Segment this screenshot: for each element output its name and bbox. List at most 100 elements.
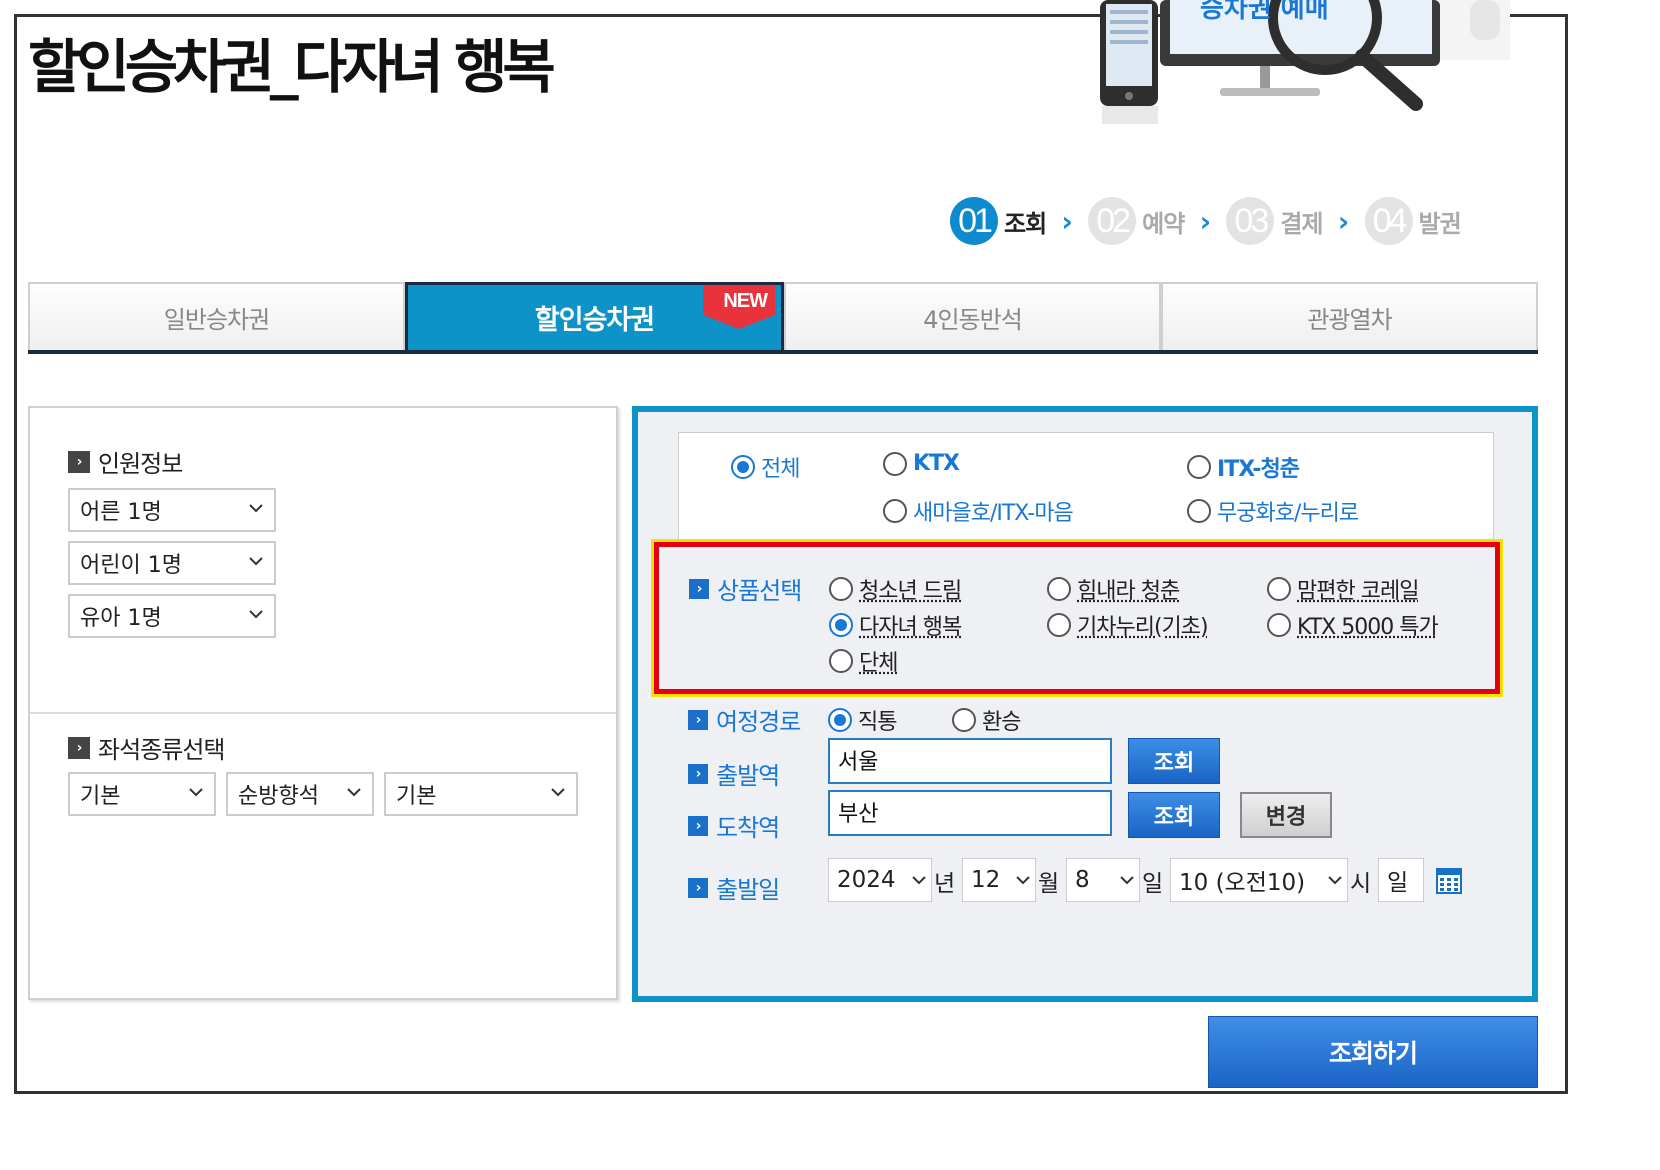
hero-illustration: 승차권 예매	[1080, 0, 1530, 130]
chevron-right-icon: ›	[1061, 204, 1073, 238]
chevron-down-icon	[551, 788, 565, 797]
chevron-down-icon	[249, 504, 263, 513]
step-2: 02 예약	[1088, 197, 1185, 245]
calendar-icon[interactable]	[1436, 868, 1462, 894]
step-3-label: 결제	[1280, 209, 1323, 238]
radio-icon	[1047, 577, 1071, 601]
seat-type-text: 좌석종류선택	[98, 736, 225, 764]
chevron-down-icon	[1120, 876, 1134, 885]
month-unit: 월	[1038, 871, 1060, 897]
page-title: 할인승차권_다자녀 행복	[28, 33, 556, 101]
seat-direction-select[interactable]: 순방향석	[226, 772, 374, 816]
radio-icon	[1047, 613, 1071, 637]
train-type-saemaeul-label: 새마을호/ITX-마음	[913, 501, 1074, 526]
product-comfort-korail-label: 맘편한 코레일	[1297, 579, 1419, 604]
hour-value: 10 (오전10)	[1179, 870, 1306, 896]
product-gichanuri-radio[interactable]: 기차누리(기초)	[1047, 609, 1209, 641]
train-type-ktx-label: KTX	[913, 451, 960, 476]
month-select[interactable]: 12	[962, 858, 1036, 902]
product-multi-child-label: 다자녀 행복	[859, 615, 962, 640]
tab-general-label: 일반승차권	[163, 305, 270, 334]
train-type-all-radio[interactable]: 전체	[731, 451, 800, 483]
search-submit-button[interactable]: 조회하기	[1208, 1016, 1538, 1088]
chevron-right-icon: ›	[1199, 204, 1212, 238]
chevron-right-icon: ›	[1337, 204, 1350, 238]
chevron-down-icon	[249, 610, 263, 619]
child-count-value: 어린이 1명	[80, 553, 182, 578]
arrow-right-icon: ›	[688, 709, 708, 730]
radio-icon	[952, 708, 976, 732]
seat-option-3-value: 기본	[396, 784, 437, 809]
train-type-all-label: 전체	[761, 457, 800, 482]
step-1-number: 01	[950, 197, 998, 245]
arrow-right-icon: ›	[689, 578, 709, 599]
radio-icon	[829, 649, 853, 673]
search-panel: 전체 KTX ITX-청춘 새마을호/ITX-마음 무궁화호/누리로 › 상품선…	[632, 406, 1538, 1002]
departure-date-label: › 출발일	[688, 870, 780, 905]
step-3: 03 결제	[1226, 197, 1324, 245]
tab-discount-ticket[interactable]: 할인승차권 NEW	[405, 282, 784, 350]
arrival-label-text: 도착역	[716, 814, 780, 842]
chevron-down-icon	[1016, 876, 1030, 885]
chevron-down-icon	[1328, 876, 1342, 885]
arrival-station-input[interactable]: 부산	[828, 790, 1112, 836]
departure-search-button[interactable]: 조회	[1128, 738, 1220, 784]
train-type-saemaeul-radio[interactable]: 새마을호/ITX-마음	[883, 495, 1074, 527]
infant-count-select[interactable]: 유아 1명	[68, 594, 276, 638]
tab-four-seat-label: 4인동반석	[923, 305, 1023, 334]
radio-icon	[1187, 499, 1211, 523]
train-type-itx-cheongchun-label: ITX-청춘	[1217, 457, 1300, 482]
step-1-label: 조회	[1004, 209, 1047, 238]
arrow-right-icon: ›	[688, 815, 708, 836]
product-youth-dream-radio[interactable]: 청소년 드림	[829, 573, 962, 605]
chevron-down-icon	[189, 788, 203, 797]
product-group-radio[interactable]: 단체	[829, 645, 898, 677]
infant-count-value: 유아 1명	[80, 606, 162, 631]
chevron-down-icon	[249, 557, 263, 566]
product-comfort-korail-radio[interactable]: 맘편한 코레일	[1267, 573, 1419, 605]
step-1: 01 조회	[950, 197, 1047, 245]
month-value: 12	[971, 867, 1001, 893]
route-transfer-label: 환승	[982, 710, 1021, 735]
passenger-info-text: 인원정보	[98, 450, 183, 478]
new-badge: NEW	[723, 290, 768, 312]
tab-tour-label: 관광열차	[1307, 305, 1392, 334]
year-select[interactable]: 2024	[828, 858, 932, 902]
tab-tour-train[interactable]: 관광열차	[1161, 282, 1538, 350]
hour-select[interactable]: 10 (오전10)	[1170, 858, 1348, 902]
product-ktx5000-label: KTX 5000 특가	[1297, 615, 1439, 640]
radio-icon	[883, 499, 907, 523]
swap-stations-button[interactable]: 변경	[1240, 792, 1332, 838]
route-transfer-radio[interactable]: 환승	[952, 704, 1021, 736]
product-multi-child-radio[interactable]: 다자녀 행복	[829, 609, 962, 641]
product-ktx5000-radio[interactable]: KTX 5000 특가	[1267, 609, 1439, 641]
departure-label: › 출발역	[688, 756, 780, 791]
child-count-select[interactable]: 어린이 1명	[68, 541, 276, 585]
seat-option-1-value: 기본	[80, 784, 121, 809]
divider	[30, 712, 616, 714]
seat-option-1-select[interactable]: 기본	[68, 772, 216, 816]
adult-count-select[interactable]: 어른 1명	[68, 488, 276, 532]
hero-text: 승차권 예매	[1200, 0, 1329, 24]
train-type-box: 전체 KTX ITX-청춘 새마을호/ITX-마음 무궁화호/누리로	[678, 432, 1494, 540]
chevron-down-icon	[347, 788, 361, 797]
train-type-itx-cheongchun-radio[interactable]: ITX-청춘	[1187, 451, 1300, 483]
departure-label-text: 출발역	[716, 762, 780, 790]
seat-option-3-select[interactable]: 기본	[384, 772, 578, 816]
radio-selected-icon	[829, 613, 853, 637]
departure-station-input[interactable]: 서울	[828, 738, 1112, 784]
day-select[interactable]: 8	[1066, 858, 1140, 902]
product-cheer-youth-radio[interactable]: 힘내라 청춘	[1047, 573, 1180, 605]
arrow-right-icon: ›	[688, 763, 708, 784]
train-type-mugunghwa-radio[interactable]: 무궁화호/누리로	[1187, 495, 1359, 527]
tab-general-ticket[interactable]: 일반승차권	[28, 282, 405, 350]
step-3-number: 03	[1226, 197, 1275, 245]
arrival-search-button[interactable]: 조회	[1128, 792, 1220, 838]
adult-count-value: 어른 1명	[80, 500, 162, 525]
train-type-ktx-radio[interactable]: KTX	[883, 451, 960, 476]
step-4-number: 04	[1364, 197, 1413, 245]
passenger-info-label: › 인원정보	[68, 444, 183, 479]
route-direct-radio[interactable]: 직통	[828, 704, 897, 736]
weekday-value: 일	[1387, 870, 1409, 896]
tab-four-seat[interactable]: 4인동반석	[784, 282, 1161, 350]
